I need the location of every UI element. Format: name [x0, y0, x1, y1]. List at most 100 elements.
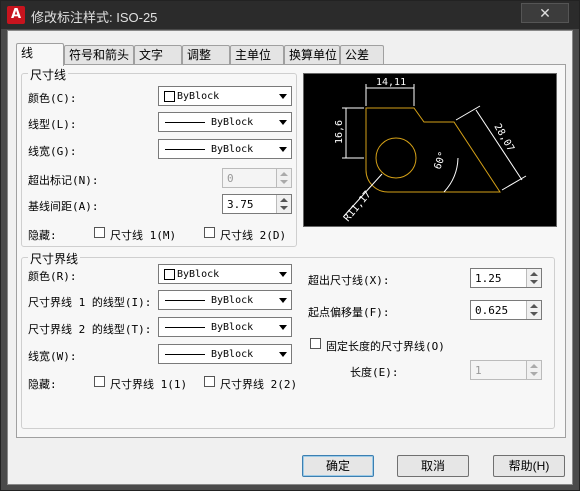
group-title: 尺寸界线 — [28, 250, 81, 267]
origin-offset-input[interactable]: 0.625 — [470, 300, 542, 320]
extline-lineweight-label: 线宽(W): — [28, 350, 77, 363]
arrow-down-icon — [530, 280, 538, 284]
extline-color-label: 颜色(R): — [28, 270, 77, 283]
chevron-down-icon — [279, 352, 287, 357]
tab-tolerances[interactable]: 公差 — [340, 45, 384, 64]
suppress-extline2-label[interactable]: 尺寸界线 2(2) — [220, 376, 297, 392]
tab-lines[interactable]: 线 — [16, 43, 64, 66]
length-input[interactable]: 1 — [470, 360, 542, 380]
origin-offset-label: 起点偏移量(F): — [308, 306, 390, 319]
color-swatch — [164, 91, 175, 102]
select-value: ByBlock — [211, 349, 254, 360]
ok-button[interactable]: 确定 — [302, 455, 374, 477]
arrow-down-icon — [280, 206, 288, 210]
extline-lineweight-select[interactable]: ByBlock — [158, 344, 292, 364]
select-value: ByBlock — [177, 269, 220, 280]
extline1-linetype-label: 尺寸界线 1 的线型(I): — [28, 296, 152, 309]
autocad-logo-icon: A — [7, 6, 25, 24]
arrow-down-icon — [280, 180, 288, 184]
length-label: 长度(E): — [350, 366, 399, 379]
title-bar[interactable]: A 修改标注样式: ISO-25 ✕ — [1, 1, 579, 29]
close-button[interactable]: ✕ — [521, 3, 569, 23]
chevron-down-icon — [279, 147, 287, 152]
linetype-label: 线型(L): — [28, 118, 77, 131]
suppress-dimline2-label[interactable]: 尺寸线 2(D) — [220, 227, 286, 243]
dimension-lines-group: 尺寸线 颜色(C): ByBlock 线型(L): ByBlock 线宽(G):… — [21, 66, 297, 247]
extline-color-select[interactable]: ByBlock — [158, 264, 292, 284]
tab-label: 文字 — [139, 48, 164, 62]
help-button[interactable]: 帮助(H) — [493, 455, 565, 477]
extline2-linetype-label: 尺寸界线 2 的线型(T): — [28, 323, 152, 336]
line-sample — [165, 354, 205, 355]
dimline-linetype-select[interactable]: ByBlock — [158, 112, 292, 132]
extline2-linetype-select[interactable]: ByBlock — [158, 317, 292, 337]
tab-primary-units[interactable]: 主单位 — [230, 45, 284, 64]
tab-symbols-arrows[interactable]: 符号和箭头 — [64, 45, 134, 64]
dialog-body: 线 符号和箭头 文字 调整 主单位 换算单位 公差 尺寸线 颜色(C): ByB… — [7, 30, 573, 485]
window-title: 修改标注样式: ISO-25 — [31, 10, 158, 25]
spinner-buttons[interactable] — [526, 361, 541, 379]
extline1-linetype-select[interactable]: ByBlock — [158, 290, 292, 310]
spinner-buttons[interactable] — [276, 195, 291, 213]
group-title: 尺寸线 — [28, 66, 69, 83]
select-value: ByBlock — [211, 117, 254, 128]
spinner-buttons[interactable] — [526, 301, 541, 319]
tab-pane-lines: 尺寸线 颜色(C): ByBlock 线型(L): ByBlock 线宽(G):… — [16, 64, 566, 438]
tab-label: 换算单位 — [289, 48, 338, 62]
select-value: ByBlock — [211, 144, 254, 155]
tab-label: 线 — [21, 46, 34, 60]
tab-alternate-units[interactable]: 换算单位 — [284, 45, 340, 64]
baseline-spacing-input[interactable]: 3.75 — [222, 194, 292, 214]
dimline-lineweight-select[interactable]: ByBlock — [158, 139, 292, 159]
suppress-dimline1-checkbox[interactable] — [94, 227, 105, 238]
input-value: 1 — [475, 364, 482, 377]
suppress-extline2-checkbox[interactable] — [204, 376, 215, 387]
extension-lines-group: 尺寸界线 颜色(R): ByBlock 尺寸界线 1 的线型(I): ByBlo… — [21, 250, 555, 429]
dim-angle-label: 60° — [432, 150, 449, 171]
select-value: ByBlock — [177, 91, 220, 102]
chevron-down-icon — [279, 94, 287, 99]
suppress-extline1-label[interactable]: 尺寸界线 1(1) — [110, 376, 187, 392]
arrow-down-icon — [530, 372, 538, 376]
fixed-length-label[interactable]: 固定长度的尺寸界线(O) — [326, 338, 445, 354]
input-value: 0.625 — [475, 304, 509, 317]
select-value: ByBlock — [211, 295, 254, 306]
spinner-buttons[interactable] — [526, 269, 541, 287]
dim-top-label: 14,11 — [376, 77, 406, 88]
input-value: 0 — [227, 172, 234, 185]
extend-beyond-ticks-input[interactable]: 0 — [222, 168, 292, 188]
chevron-down-icon — [279, 272, 287, 277]
spinner-buttons[interactable] — [276, 169, 291, 187]
extend-beyond-ticks-label: 超出标记(N): — [28, 174, 99, 187]
line-sample — [165, 327, 205, 328]
dialog-window: A 修改标注样式: ISO-25 ✕ 线 符号和箭头 文字 调整 主单位 换算单… — [0, 0, 580, 491]
suppress-dimline2-checkbox[interactable] — [204, 227, 215, 238]
preview-labels: 14,11 16,6 28,07 R11,17 60° — [334, 77, 516, 224]
color-label: 颜色(C): — [28, 92, 77, 105]
dimline-color-select[interactable]: ByBlock — [158, 86, 292, 106]
preview-geometry — [365, 107, 501, 193]
color-swatch — [164, 269, 175, 280]
dim-radius-label: R11,17 — [342, 189, 374, 224]
line-sample — [165, 149, 205, 150]
arrow-up-icon — [530, 304, 538, 308]
dim-left-label: 16,6 — [334, 120, 345, 144]
input-value: 3.75 — [227, 198, 254, 211]
tab-fit[interactable]: 调整 — [182, 45, 230, 64]
tab-text[interactable]: 文字 — [134, 45, 182, 64]
suppress-label: 隐藏: — [28, 229, 57, 242]
arrow-up-icon — [530, 364, 538, 368]
chevron-down-icon — [279, 120, 287, 125]
suppress-dimline1-label[interactable]: 尺寸线 1(M) — [110, 227, 176, 243]
dim-diagonal-label: 28,07 — [491, 122, 516, 154]
tab-label: 符号和箭头 — [69, 48, 130, 62]
chevron-down-icon — [279, 325, 287, 330]
dimension-preview: 14,11 16,6 28,07 R11,17 60° — [303, 73, 557, 227]
fixed-length-checkbox[interactable] — [310, 338, 321, 349]
line-sample — [165, 122, 205, 123]
line-sample — [165, 300, 205, 301]
preview-drawing: 14,11 16,6 28,07 R11,17 60° — [334, 77, 527, 224]
cancel-button[interactable]: 取消 — [397, 455, 469, 477]
suppress-extline1-checkbox[interactable] — [94, 376, 105, 387]
extend-beyond-dimlines-input[interactable]: 1.25 — [470, 268, 542, 288]
